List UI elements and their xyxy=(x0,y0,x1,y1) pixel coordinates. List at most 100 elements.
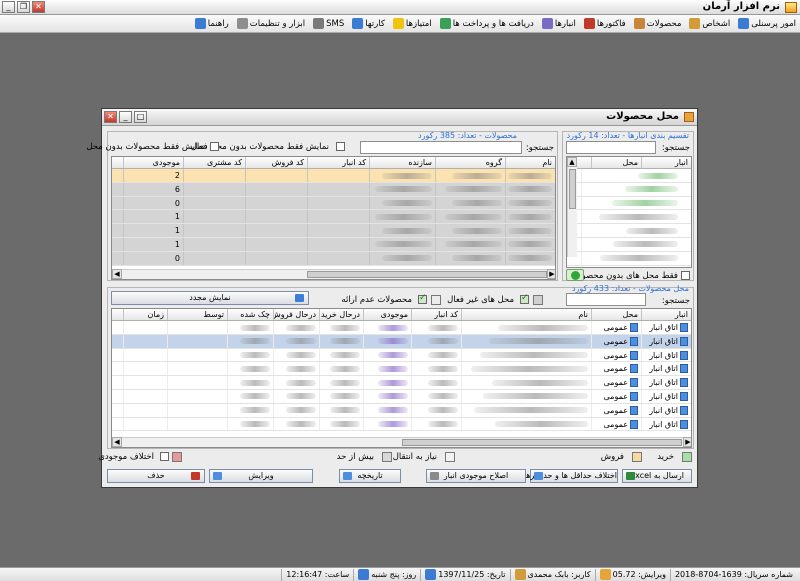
table-row[interactable]: 1 xyxy=(112,210,555,225)
table-row[interactable]: 1 xyxy=(112,224,555,238)
sms-icon xyxy=(313,18,325,29)
table-row[interactable]: 0 xyxy=(112,251,555,266)
products-search-input[interactable] xyxy=(360,141,522,154)
redacted-text xyxy=(375,241,432,248)
product-places-hscroll[interactable]: ◀ ▶ xyxy=(112,437,691,447)
left-grid-vscroll[interactable]: ▲ xyxy=(567,157,577,257)
list-item[interactable] xyxy=(567,182,691,197)
refresh-icon xyxy=(295,294,304,302)
col-stock[interactable]: موجودی xyxy=(363,309,411,320)
table-row[interactable]: 6 xyxy=(112,182,555,197)
stock-diff-checkbox[interactable] xyxy=(160,452,169,461)
col-customer-code[interactable]: کد مشتری xyxy=(183,157,245,168)
menu-item-0[interactable]: امور پرسنلی xyxy=(738,18,796,29)
table-row[interactable]: اتاق انبار عمومی xyxy=(112,417,691,432)
menu-item-7[interactable]: کارتها xyxy=(352,18,385,29)
col-warehouse[interactable]: انبار xyxy=(641,157,691,168)
inactive-places-label: محل های غیر فعال xyxy=(447,295,514,305)
status-day: روز: پنج شنبه xyxy=(353,568,420,581)
col-store-code[interactable]: کد انبار xyxy=(411,309,461,320)
products-group: محصولات - تعداد: 385 رکورد جستجو: نمایش … xyxy=(86,131,558,281)
menu-item-8[interactable]: SMS xyxy=(313,18,344,29)
dialog-minimize-button[interactable]: _ xyxy=(119,111,132,123)
list-item[interactable] xyxy=(567,224,691,238)
col-store-code[interactable]: کد انبار xyxy=(307,157,369,168)
table-row[interactable]: 0 xyxy=(112,196,555,211)
col-checked[interactable]: چک شده xyxy=(227,309,273,320)
table-row[interactable]: اتاق انبار عمومی xyxy=(112,334,691,349)
dialog-close-button[interactable]: ✕ xyxy=(104,111,117,123)
warehouse-icon xyxy=(680,336,688,346)
list-item[interactable] xyxy=(567,196,691,211)
col-sale-code[interactable]: کد فروش xyxy=(245,157,307,168)
minimize-button[interactable]: _ xyxy=(2,1,15,13)
history-button[interactable]: تاریخچه xyxy=(339,469,401,483)
table-row[interactable]: اتاق انبار عمومی xyxy=(112,362,691,377)
dialog-maximize-button[interactable]: □ xyxy=(134,111,147,123)
list-item[interactable] xyxy=(567,169,691,183)
col-place[interactable]: محل xyxy=(591,157,641,168)
menu-item-1[interactable]: اشخاص xyxy=(689,18,730,29)
table-row[interactable]: اتاق انبار عمومی xyxy=(112,389,691,404)
col-maker[interactable]: سازنده xyxy=(369,157,435,168)
redacted-text xyxy=(498,324,588,331)
redacted-text xyxy=(286,352,316,359)
menu-item-2[interactable]: محصولات xyxy=(633,18,681,29)
menu-item-3[interactable]: فاکتورها xyxy=(583,18,626,29)
no-place-checkbox[interactable] xyxy=(210,142,219,151)
table-row[interactable]: اتاق انبار عمومی xyxy=(112,348,691,363)
menu-item-10[interactable]: راهنما xyxy=(194,18,229,29)
invoice-icon xyxy=(583,18,595,29)
col-group[interactable]: گروه xyxy=(435,157,505,168)
table-row[interactable]: اتاق انبار عمومی xyxy=(112,403,691,418)
excel-button[interactable]: ارسال به Excel xyxy=(622,469,692,483)
list-item[interactable] xyxy=(567,251,691,266)
redacted-text xyxy=(625,186,678,193)
col-buying[interactable]: درحال خرید xyxy=(319,309,363,320)
table-row[interactable]: اتاق انبار عمومی xyxy=(112,376,691,390)
table-row[interactable]: 2 xyxy=(112,169,555,183)
warehouse-places-grid[interactable]: انبار محل ▲ xyxy=(566,156,692,268)
inactive-color-swatch xyxy=(533,295,543,305)
redacted-text xyxy=(489,338,588,345)
not-offered-checkbox[interactable] xyxy=(418,293,427,304)
col-selling[interactable]: درحال فروش xyxy=(273,309,319,320)
edit-button[interactable]: ویرایش xyxy=(209,469,313,483)
col-time[interactable]: زمان xyxy=(123,309,167,320)
warehouse-icon xyxy=(680,419,688,429)
col-stock[interactable]: موجودی xyxy=(123,157,183,168)
close-button[interactable]: ✕ xyxy=(32,1,45,13)
limit-diff-button[interactable]: اختلاف حداقل ها و حداکثرها xyxy=(524,469,618,483)
list-item[interactable] xyxy=(567,210,691,225)
left-search-input[interactable] xyxy=(566,141,656,154)
help-icon xyxy=(194,18,206,29)
menu-item-9[interactable]: ابزار و تنظیمات xyxy=(236,18,305,29)
legend-diff-label: اختلاف موجودی xyxy=(98,452,154,462)
col-warehouse[interactable]: انبار xyxy=(641,309,691,320)
restore-button[interactable]: ❐ xyxy=(17,1,30,13)
bottom-search-input[interactable] xyxy=(566,293,646,306)
redacted-text xyxy=(330,338,360,345)
fix-stock-button[interactable]: اصلاح موجودی انبار xyxy=(426,469,526,483)
refresh-button[interactable]: نمایش مجدد xyxy=(111,291,309,305)
menu-item-4[interactable]: انبارها xyxy=(541,18,576,29)
no-active-place-checkbox[interactable] xyxy=(336,142,345,151)
col-name[interactable]: نام xyxy=(505,157,555,168)
list-item[interactable] xyxy=(567,237,691,252)
product-places-grid[interactable]: انبار محل نام کد انبار موجودی درحال خرید… xyxy=(111,308,692,448)
inactive-places-checkbox[interactable] xyxy=(520,293,529,304)
app-icon xyxy=(785,2,797,13)
col-name[interactable]: نام xyxy=(461,309,591,320)
only-empty-places-checkbox[interactable] xyxy=(681,271,690,280)
products-hscroll[interactable]: ◀ ▶ xyxy=(112,269,555,279)
menu-item-5[interactable]: دریافت ها و پرداخت ها xyxy=(439,18,534,29)
menu-item-6[interactable]: امتیازها xyxy=(392,18,432,29)
table-row[interactable]: 1 xyxy=(112,237,555,252)
delete-button[interactable]: حذف xyxy=(107,469,205,483)
redacted-text xyxy=(600,255,678,262)
apply-button[interactable] xyxy=(566,269,584,281)
col-by[interactable]: توسط xyxy=(167,309,227,320)
table-row[interactable]: اتاق انبار عمومی xyxy=(112,321,691,335)
products-grid[interactable]: نام گروه سازنده کد انبار کد فروش کد مشتر… xyxy=(111,156,556,280)
col-place[interactable]: محل xyxy=(591,309,641,320)
